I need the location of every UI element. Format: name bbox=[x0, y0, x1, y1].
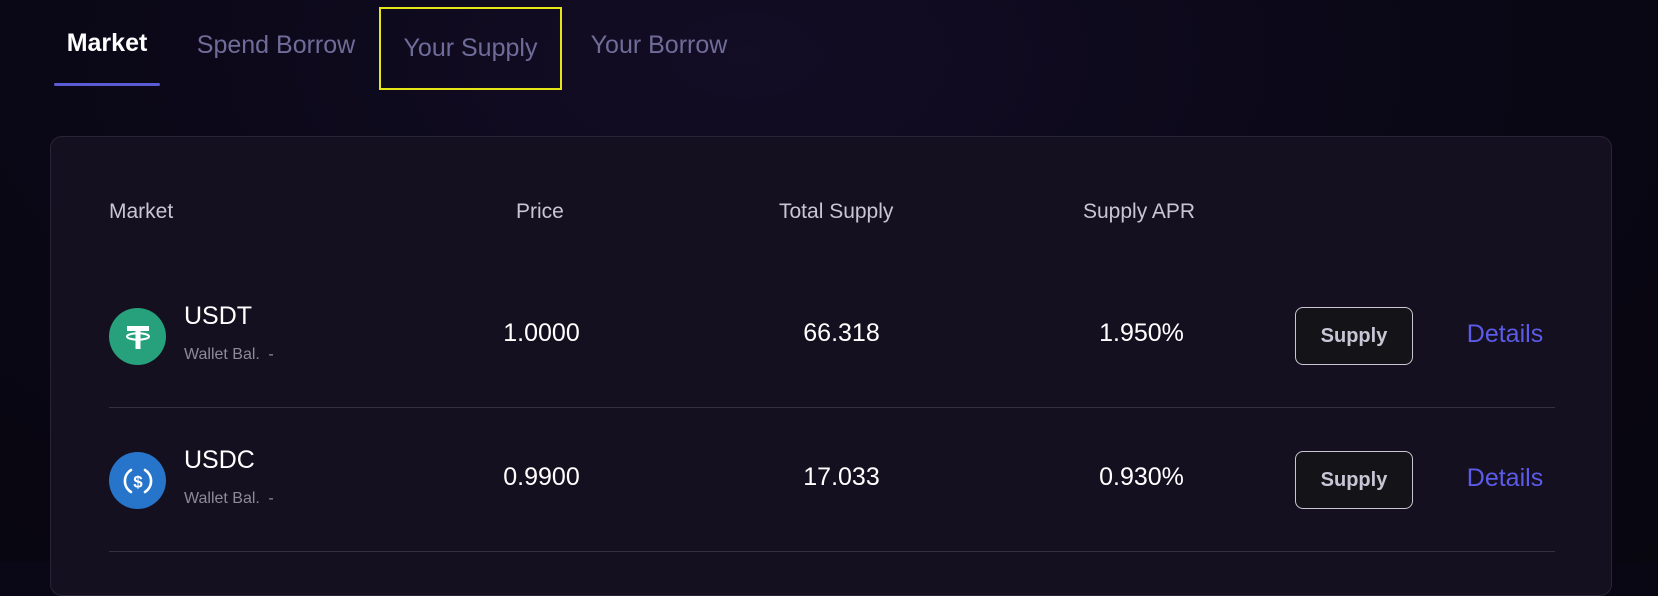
table-row: $ USDC Wallet Bal. - 0.9900 17.033 0.930… bbox=[0, 408, 1658, 552]
column-header-price: Price bbox=[516, 200, 564, 223]
row-divider bbox=[109, 551, 1555, 552]
details-link[interactable]: Details bbox=[1440, 464, 1570, 493]
column-header-supply-apr: Supply APR bbox=[1083, 200, 1196, 223]
wallet-balance: Wallet Bal. - bbox=[184, 490, 274, 508]
total-supply-value: 17.033 bbox=[803, 463, 880, 491]
total-supply-value: 66.318 bbox=[803, 319, 880, 347]
tab-your-supply[interactable]: Your Supply bbox=[379, 7, 562, 90]
token-name: USDC bbox=[184, 446, 255, 474]
supply-button[interactable]: Supply bbox=[1295, 451, 1413, 509]
supply-apr-value: 1.950% bbox=[1099, 319, 1184, 347]
wallet-balance: Wallet Bal. - bbox=[184, 346, 274, 364]
tab-spend-borrow[interactable]: Spend Borrow bbox=[186, 0, 366, 90]
wallet-balance-label: Wallet Bal. bbox=[184, 490, 260, 507]
tab-market-label: Market bbox=[66, 28, 148, 57]
active-tab-indicator bbox=[54, 83, 160, 86]
tab-spend-borrow-label: Spend Borrow bbox=[196, 30, 356, 59]
tab-bar: Market Spend Borrow Your Supply Your Bor… bbox=[0, 0, 1658, 90]
usdc-icon: $ bbox=[109, 452, 166, 509]
tether-icon bbox=[109, 308, 166, 365]
column-header-market: Market bbox=[109, 200, 174, 223]
svg-text:$: $ bbox=[133, 472, 143, 491]
column-header-total-supply: Total Supply bbox=[779, 200, 894, 223]
supply-apr-value: 0.930% bbox=[1099, 463, 1184, 491]
wallet-balance-value: - bbox=[268, 490, 274, 507]
wallet-balance-label: Wallet Bal. bbox=[184, 346, 260, 363]
tab-your-borrow[interactable]: Your Borrow bbox=[580, 0, 738, 90]
tab-market[interactable]: Market bbox=[54, 0, 160, 86]
supply-button[interactable]: Supply bbox=[1295, 307, 1413, 365]
tab-your-supply-label: Your Supply bbox=[403, 34, 538, 62]
price-value: 0.9900 bbox=[503, 463, 580, 491]
tab-your-borrow-label: Your Borrow bbox=[590, 30, 728, 59]
details-link[interactable]: Details bbox=[1440, 320, 1570, 349]
table-row: USDT Wallet Bal. - 1.0000 66.318 1.950% … bbox=[0, 264, 1658, 408]
price-value: 1.0000 bbox=[503, 319, 580, 347]
wallet-balance-value: - bbox=[268, 346, 274, 363]
token-name: USDT bbox=[184, 302, 253, 330]
